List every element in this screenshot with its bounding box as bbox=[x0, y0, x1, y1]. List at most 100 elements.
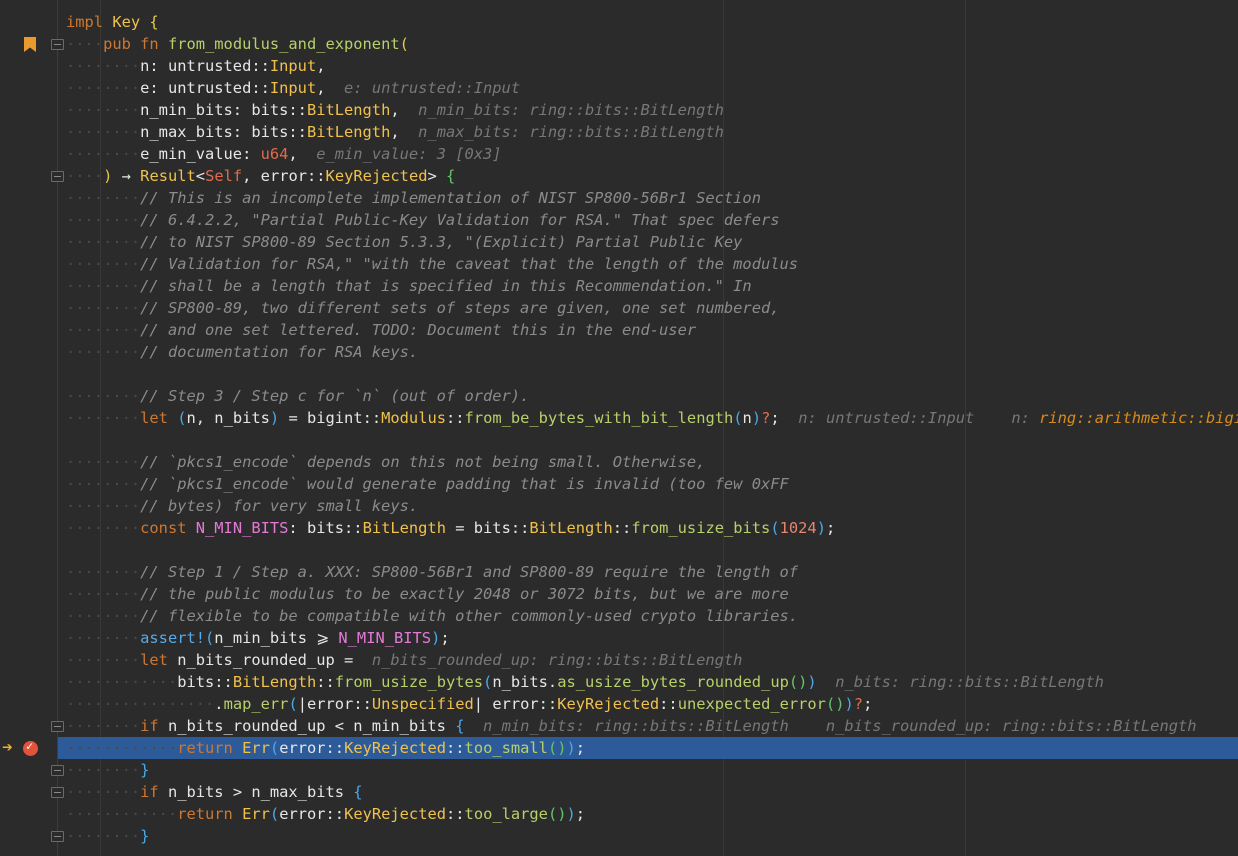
code-token: n_bits > n_max_bits bbox=[167, 783, 354, 801]
code-token: Key bbox=[112, 13, 150, 31]
code-line[interactable]: ········// SP800-89, two different sets … bbox=[66, 297, 1238, 319]
code-line[interactable]: ················.map_err(|error::Unspeci… bbox=[66, 693, 1238, 715]
fold-icon[interactable] bbox=[51, 39, 64, 50]
code-line[interactable]: ········// and one set lettered. TODO: D… bbox=[66, 319, 1238, 341]
code-token: :: bbox=[446, 805, 465, 823]
editor-gutter[interactable] bbox=[0, 0, 56, 856]
code-line[interactable]: ········// Validation for RSA," "with th… bbox=[66, 253, 1238, 275]
code-token: ········ bbox=[66, 123, 141, 141]
code-token: :: bbox=[446, 739, 465, 757]
code-token: Input bbox=[269, 79, 317, 97]
fold-icon[interactable] bbox=[51, 721, 64, 732]
code-token: ; bbox=[770, 409, 799, 427]
code-token: // documentation for RSA keys. bbox=[140, 343, 419, 361]
fold-icon[interactable] bbox=[51, 765, 64, 776]
code-token: Input bbox=[269, 57, 317, 75]
code-token: // This is an incomplete implementation … bbox=[140, 189, 761, 207]
code-token: Err bbox=[242, 739, 270, 757]
code-token: error:: bbox=[279, 805, 345, 823]
code-token: > bbox=[427, 167, 447, 185]
code-token: BitLength bbox=[529, 519, 613, 537]
code-token: ········ bbox=[66, 761, 141, 779]
code-token: ········ bbox=[66, 343, 141, 361]
code-line[interactable]: ············bits::BitLength::from_usize_… bbox=[66, 671, 1238, 693]
code-token: // to NIST SP800-89 Section 5.3.3, "(Exp… bbox=[140, 233, 743, 251]
code-token: n, n_bits bbox=[186, 409, 270, 427]
code-token: assert! bbox=[140, 629, 206, 647]
code-token: ) bbox=[807, 673, 817, 691]
code-token: ········ bbox=[66, 805, 141, 823]
code-token: ( bbox=[269, 739, 280, 757]
code-token: :: bbox=[446, 409, 465, 427]
code-line[interactable]: ····pub fn from_modulus_and_exponent( bbox=[66, 33, 1238, 55]
code-line[interactable]: ········// 6.4.2.2, "Partial Public-Key … bbox=[66, 209, 1238, 231]
code-token: ········ bbox=[66, 717, 141, 735]
code-line[interactable]: ········// bytes) for very small keys. bbox=[66, 495, 1238, 517]
code-line[interactable]: ············return Err(error::KeyRejecte… bbox=[66, 803, 1238, 825]
code-line[interactable]: ········const N_MIN_BITS: bits::BitLengt… bbox=[66, 517, 1238, 539]
code-token: ) bbox=[816, 519, 826, 537]
fold-icon[interactable] bbox=[51, 831, 64, 842]
code-line[interactable]: ········if n_bits > n_max_bits { bbox=[66, 781, 1238, 803]
code-token: ( bbox=[269, 805, 280, 823]
code-line[interactable]: ········// This is an incomplete impleme… bbox=[66, 187, 1238, 209]
code-line[interactable]: ········// to NIST SP800-89 Section 5.3.… bbox=[66, 231, 1238, 253]
code-token: // Step 3 / Step c for `n` (out of order… bbox=[140, 387, 530, 405]
code-line[interactable]: ········if n_bits_rounded_up < n_min_bit… bbox=[66, 715, 1238, 737]
code-token: () bbox=[788, 673, 808, 691]
code-line[interactable]: ········} bbox=[66, 759, 1238, 781]
code-line[interactable]: ········// documentation for RSA keys. bbox=[66, 341, 1238, 363]
fold-icon[interactable] bbox=[51, 171, 64, 182]
code-line[interactable] bbox=[66, 429, 1238, 451]
code-line[interactable]: impl Key { bbox=[66, 11, 1238, 33]
code-line[interactable]: ········// the public modulus to be exac… bbox=[66, 583, 1238, 605]
code-line[interactable]: ········n: untrusted::Input, bbox=[66, 55, 1238, 77]
code-line[interactable]: ········// `pkcs1_encode` depends on thi… bbox=[66, 451, 1238, 473]
fold-icon[interactable] bbox=[51, 787, 64, 798]
code-token: ········ bbox=[66, 277, 141, 295]
code-token: map_err bbox=[223, 695, 289, 713]
code-token: too_large bbox=[464, 805, 548, 823]
code-token: ; bbox=[575, 739, 586, 757]
code-token: ···· bbox=[140, 805, 178, 823]
code-line[interactable]: ········// shall be a length that is spe… bbox=[66, 275, 1238, 297]
code-token: :: bbox=[316, 673, 335, 691]
code-token: ···· bbox=[66, 167, 104, 185]
code-line[interactable]: ········// `pkcs1_encode` would generate… bbox=[66, 473, 1238, 495]
code-line[interactable]: ········let (n, n_bits) = bigint::Modulu… bbox=[66, 407, 1238, 429]
code-token: pub fn bbox=[103, 35, 168, 53]
inlay-hint: e_min_value: 3 [0x3] bbox=[316, 145, 502, 163]
code-token: ···· bbox=[66, 35, 104, 53]
code-token: // `pkcs1_encode` would generate padding… bbox=[140, 475, 789, 493]
code-token: ) bbox=[751, 409, 762, 427]
code-token: n bbox=[742, 409, 752, 427]
code-line[interactable] bbox=[66, 363, 1238, 385]
code-token: bits:: bbox=[177, 673, 233, 691]
code-line[interactable]: ········} bbox=[66, 825, 1238, 847]
code-line[interactable]: ········// Step 1 / Step a. XXX: SP800-5… bbox=[66, 561, 1238, 583]
code-editor[interactable]: impl Key {····pub fn from_modulus_and_ex… bbox=[66, 11, 1238, 847]
code-line[interactable] bbox=[66, 539, 1238, 561]
code-token: const bbox=[140, 519, 196, 537]
code-line[interactable]: ········let n_bits_rounded_up = n_bits_r… bbox=[66, 649, 1238, 671]
code-line[interactable]: ········// flexible to be compatible wit… bbox=[66, 605, 1238, 627]
code-token: :: bbox=[659, 695, 678, 713]
breakpoint-icon[interactable] bbox=[23, 739, 38, 756]
code-token: too_small bbox=[464, 739, 548, 757]
code-token: ; bbox=[863, 695, 873, 713]
code-token: ········ bbox=[66, 673, 141, 691]
code-token: () bbox=[547, 805, 567, 823]
code-line[interactable]: ········assert!(n_min_bits ⩾ N_MIN_BITS)… bbox=[66, 627, 1238, 649]
code-token: n: untrusted:: bbox=[140, 57, 270, 75]
code-line[interactable]: ········// Step 3 / Step c for `n` (out … bbox=[66, 385, 1238, 407]
code-token: // shall be a length that is specified i… bbox=[140, 277, 752, 295]
code-line[interactable]: ········e: untrusted::Input, e: untruste… bbox=[66, 77, 1238, 99]
code-line[interactable]: ········n_max_bits: bits::BitLength, n_m… bbox=[66, 121, 1238, 143]
code-line[interactable]: ············return Err(error::KeyRejecte… bbox=[66, 737, 1238, 759]
code-token: Err bbox=[242, 805, 270, 823]
code-line[interactable]: ········n_min_bits: bits::BitLength, n_m… bbox=[66, 99, 1238, 121]
code-token: = bits:: bbox=[445, 519, 530, 537]
code-line[interactable]: ····) → Result<Self, error::KeyRejected>… bbox=[66, 165, 1238, 187]
inlay-hint: n: untrusted::Input n: bbox=[798, 409, 1040, 427]
code-line[interactable]: ········e_min_value: u64, e_min_value: 3… bbox=[66, 143, 1238, 165]
